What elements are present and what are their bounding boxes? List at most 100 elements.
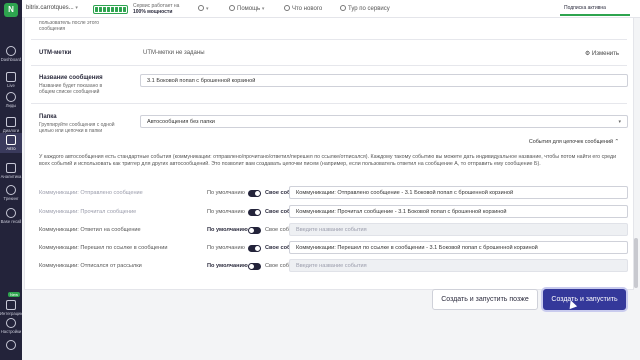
event-name-input[interactable]: Введите название события [289,223,628,236]
project-name: bitrix.carrotques... [26,5,74,11]
divider [31,39,627,40]
subscription-status[interactable]: Подписка активна [564,5,606,11]
folder-label: Папка [39,114,57,120]
event-toggle[interactable] [248,190,261,197]
capacity-segment [103,7,106,12]
message-settings-form: пользователь после этого сообщения UTM-м… [24,18,634,290]
whats-new-link[interactable]: Что нового [284,5,322,12]
service-status: Сервис работает на 100% мощности [133,3,179,15]
capacity-segment [111,7,114,12]
chain-events-note: У каждого автосообщения есть стандартные… [39,154,617,167]
event-name-input[interactable]: Коммуникации: Перешел по ссылке в сообще… [289,241,628,254]
analytics-icon [6,163,16,173]
event-default-option[interactable]: По умолчанию [207,227,248,233]
capacity-segment [119,7,122,12]
sidebar-item-label: Аналитика [0,174,22,179]
integrations-icon [6,300,16,310]
bell-icon [284,5,290,11]
topbar: bitrix.carrotques... ▾ Сервис работает н… [22,0,640,18]
sidebar: N Dashboard Live Лиды Диалоги Авто Анали… [0,0,22,360]
tour-label: Тур по сервису [348,6,390,12]
sidebar-item-integrations[interactable]: Интеграции [0,300,22,316]
capacity-segment [107,7,110,12]
app-logo[interactable]: N [4,3,18,17]
folder-selected-value: Автосообщения без папки [147,119,215,125]
sidebar-item-base-recall[interactable]: Base recall [0,208,22,224]
chat-icon [6,117,16,127]
sidebar-item-auto[interactable]: Авто [0,133,22,153]
message-name-input[interactable]: 3.1 Боковой попап с брошенной корзиной [140,74,628,87]
utm-label: UTM-метки [39,50,72,56]
sidebar-item-dialogs[interactable]: Диалоги [0,117,22,133]
capacity-segment [123,7,126,12]
message-name-hint: Название будет показано в общем списке с… [39,83,102,95]
subscription-indicator [560,14,630,16]
chevron-down-icon: ▾ [261,6,265,12]
event-name-input[interactable]: Введите название события [289,259,628,272]
chevron-down-icon: ▾ [618,119,621,125]
sidebar-item-label: Настройки [0,329,22,334]
capacity-segment [95,7,98,12]
folder-select[interactable]: Автосообщения без папки ▾ [140,115,628,128]
event-default-option[interactable]: По умолчанию [207,209,245,215]
create-and-start-button[interactable]: Создать и запустить [543,289,626,310]
chevron-down-icon: ▾ [75,5,78,11]
chain-events-toggle[interactable]: События для цепочек сообщений ⌃ [529,139,619,145]
help-icon [229,5,235,11]
sidebar-item-tracking[interactable]: Трекинг [0,185,22,201]
event-toggle[interactable] [248,263,261,270]
sidebar-item-label: Dashboard [0,57,22,62]
event-name: Коммуникации: Прочитал сообщение [39,209,137,215]
event-toggle[interactable] [248,245,261,252]
sidebar-item-profile[interactable] [0,340,22,350]
hint-line: общем списке сообщений [39,89,100,95]
notifications-link[interactable]: ▾ [198,5,209,12]
sidebar-item-live[interactable]: Live [0,72,22,88]
sidebar-item-analytics[interactable]: Аналитика [0,163,22,179]
auto-messages-icon [6,135,16,145]
event-toggle[interactable] [248,227,261,234]
sidebar-item-label: Live [7,83,15,88]
tour-icon [340,5,346,11]
page-scrollbar[interactable] [634,238,638,288]
sidebar-item-label: Лиды [5,103,17,108]
whats-new-label: Что нового [292,6,323,12]
avatar-icon [6,340,16,350]
leads-icon [6,92,16,102]
live-icon [6,72,16,82]
capacity-segment [115,7,118,12]
event-name: Коммуникации: Перешел по ссылке в сообще… [39,245,168,251]
capacity-segment [99,7,102,12]
divider [31,65,627,66]
event-toggle[interactable] [248,209,261,216]
help-link[interactable]: Помощь ▾ [229,5,264,12]
create-and-start-later-button[interactable]: Создать и запустить позже [432,289,538,310]
service-capacity-icon [93,5,128,14]
utm-edit-button[interactable]: ⚙ Изменить [585,50,619,57]
project-switcher[interactable]: bitrix.carrotques... ▾ [26,5,78,11]
event-default-option[interactable]: По умолчанию [207,263,248,269]
sidebar-item-leads[interactable]: Лиды [0,92,22,108]
event-name-input[interactable]: Коммуникации: Прочитал сообщение - 3.1 Б… [289,205,628,218]
event-name-input[interactable]: Коммуникации: Отправлено сообщение - 3.1… [289,186,628,199]
top-hint-line: сообщения [39,26,66,32]
gear-icon [6,318,16,328]
event-default-option[interactable]: По умолчанию [207,190,245,196]
sidebar-item-label: Трекинг [3,196,19,201]
tracking-icon [6,185,16,195]
event-default-option[interactable]: По умолчанию [207,245,245,251]
utm-value: UTM-метки не заданы [143,50,205,56]
bulb-icon [198,5,204,11]
tour-link[interactable]: Тур по сервису [340,5,390,12]
sidebar-item-label: Base recall [0,219,22,224]
event-name: Коммуникации: Отписался от рассылки [39,263,142,269]
dashboard-icon [6,46,16,56]
top-hint: пользователь после этого сообщения [39,20,99,32]
chevron-down-icon: ▾ [206,6,209,12]
sidebar-item-dashboard[interactable]: Dashboard [0,46,22,62]
sidebar-item-label: Авто [6,146,16,151]
sidebar-item-settings[interactable]: Настройки [0,318,22,334]
service-status-value: 100% мощности [133,9,173,15]
help-label: Помощь [237,6,261,12]
divider [31,103,627,104]
